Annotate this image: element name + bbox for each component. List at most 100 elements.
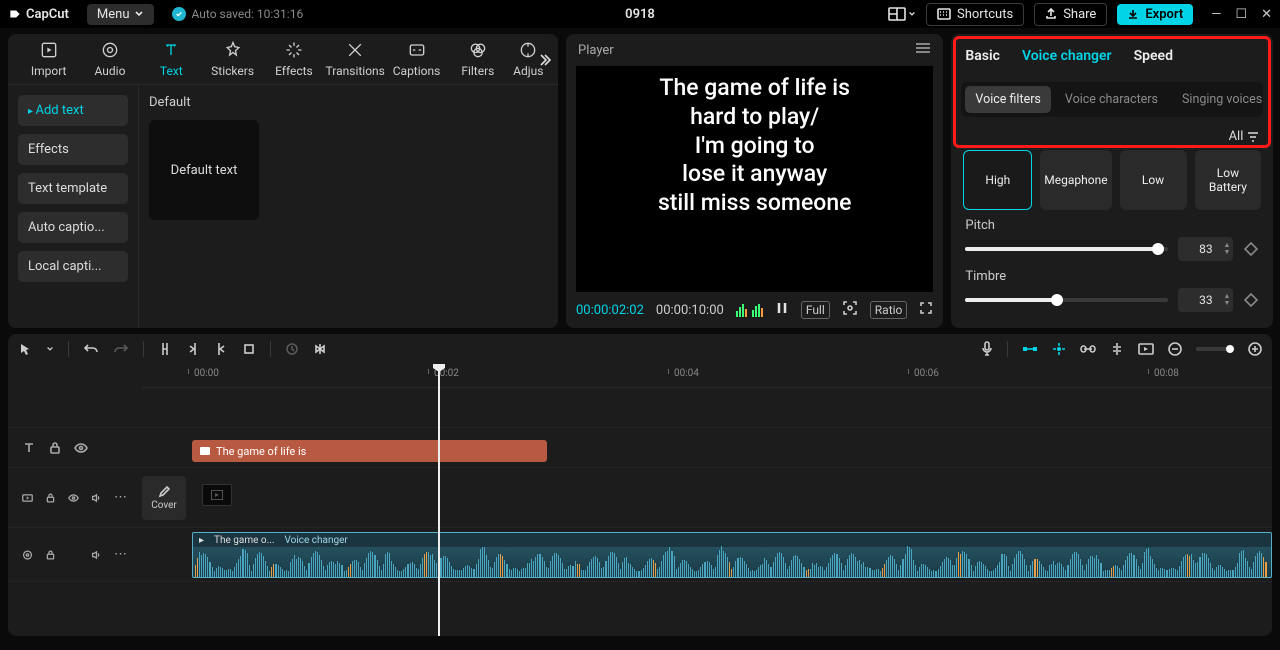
- shortcuts-button[interactable]: Shortcuts: [926, 3, 1024, 26]
- close-button[interactable]: ✕: [1261, 7, 1272, 22]
- sidebar-auto-captions[interactable]: Auto captio...: [18, 212, 128, 243]
- preset-low-battery[interactable]: Low Battery: [1195, 150, 1262, 210]
- keyboard-icon: [937, 8, 951, 20]
- sidebar-text-template[interactable]: Text template: [18, 173, 128, 204]
- timbre-slider[interactable]: [965, 298, 1168, 302]
- inspector-tab-voice-changer[interactable]: Voice changer: [1022, 48, 1112, 64]
- tab-audio[interactable]: Audio: [79, 40, 140, 78]
- lock-icon[interactable]: [48, 441, 62, 455]
- export-button[interactable]: Export: [1117, 4, 1193, 25]
- tab-import[interactable]: Import: [18, 40, 79, 78]
- ratio-button[interactable]: Ratio: [870, 301, 908, 319]
- eye-icon[interactable]: [68, 491, 79, 505]
- player-title: Player: [578, 43, 614, 58]
- redo-button[interactable]: [113, 342, 129, 356]
- zoom-out-icon[interactable]: [1168, 342, 1182, 356]
- share-button[interactable]: Share: [1034, 3, 1107, 26]
- more-icon[interactable]: ⋯: [114, 490, 128, 505]
- pitch-slider[interactable]: [965, 247, 1168, 251]
- sidebar-local-captions[interactable]: Local capti...: [18, 251, 128, 282]
- audio-track-head[interactable]: ⋯: [8, 547, 142, 562]
- sidebar-add-text[interactable]: Add text: [18, 95, 128, 126]
- pointer-dropdown[interactable]: [46, 345, 54, 353]
- inspector-tab-speed[interactable]: Speed: [1134, 48, 1173, 64]
- inspector-tab-basic[interactable]: Basic: [965, 48, 1000, 64]
- ruler-tick: 00:08: [1154, 368, 1179, 379]
- tab-effects[interactable]: Effects: [263, 40, 324, 78]
- pitch-reset-icon[interactable]: [1243, 241, 1259, 257]
- timbre-reset-icon[interactable]: [1243, 292, 1259, 308]
- video-thumb[interactable]: [202, 484, 232, 506]
- app-logo: CapCut: [8, 7, 69, 22]
- fullscreen-icon[interactable]: [919, 301, 933, 319]
- magnet-icon[interactable]: [1022, 343, 1038, 355]
- zoom-slider[interactable]: [1196, 347, 1234, 351]
- snap-icon[interactable]: [1052, 342, 1066, 356]
- minimize-button[interactable]: —: [1211, 7, 1221, 22]
- mute-icon[interactable]: [91, 491, 102, 505]
- pitch-value[interactable]: 83▲▼: [1178, 237, 1233, 261]
- text-clip[interactable]: The game of life is: [192, 440, 547, 462]
- audio-clip-icon: ▸: [199, 535, 204, 546]
- spacer-row: [8, 388, 1272, 428]
- waveform: [193, 549, 1271, 577]
- tab-captions[interactable]: Captions: [386, 40, 447, 78]
- tab-stickers[interactable]: Stickers: [202, 40, 263, 78]
- align-icon[interactable]: [1110, 342, 1124, 356]
- timbre-label: Timbre: [965, 269, 1259, 284]
- undo-button[interactable]: [83, 342, 99, 356]
- video-track-head[interactable]: ⋯: [8, 490, 142, 505]
- preset-megaphone[interactable]: Megaphone: [1040, 150, 1111, 210]
- audio-clip-title: The game o...: [214, 535, 274, 546]
- preset-high[interactable]: High: [963, 150, 1032, 210]
- layout-icon[interactable]: [888, 7, 916, 21]
- lock-icon[interactable]: [45, 491, 56, 505]
- lock-icon[interactable]: [45, 548, 56, 562]
- scan-icon[interactable]: [842, 300, 858, 320]
- link-icon[interactable]: [1080, 344, 1096, 354]
- trim-right-tool[interactable]: [214, 341, 228, 357]
- mute-icon[interactable]: [91, 548, 102, 562]
- preview-icon[interactable]: [1138, 343, 1154, 355]
- timecode-current: 00:00:02:02: [576, 303, 644, 318]
- project-title: 0918: [625, 7, 655, 22]
- subtab-singing-voices[interactable]: Singing voices: [1172, 86, 1272, 113]
- sidebar-effects[interactable]: Effects: [18, 134, 128, 165]
- delete-tool[interactable]: [242, 342, 256, 356]
- timeline-ruler[interactable]: 00:00 00:02 00:04 00:06 00:08: [142, 364, 1272, 388]
- maximize-button[interactable]: ☐: [1235, 7, 1247, 22]
- audio-clip-effect: Voice changer: [285, 535, 348, 546]
- player-viewport[interactable]: The game of life is hard to play/ I'm go…: [576, 66, 933, 292]
- tab-text[interactable]: Text: [141, 40, 202, 78]
- pause-button[interactable]: [775, 301, 789, 319]
- trim-left-tool[interactable]: [186, 341, 200, 357]
- cover-button[interactable]: Cover: [142, 476, 186, 520]
- section-title: Default: [149, 95, 548, 110]
- playhead[interactable]: [438, 364, 440, 636]
- tab-transitions[interactable]: Transitions: [325, 40, 386, 78]
- mirror-tool[interactable]: [313, 342, 327, 356]
- player-menu-icon[interactable]: [915, 42, 931, 58]
- eye-icon[interactable]: [74, 441, 88, 455]
- audio-clip[interactable]: ▸ The game o... Voice changer: [192, 532, 1272, 578]
- zoom-in-icon[interactable]: [1248, 342, 1262, 356]
- tab-filters[interactable]: Filters: [447, 40, 508, 78]
- more-tabs-button[interactable]: [536, 52, 552, 72]
- menu-button[interactable]: Menu: [87, 4, 154, 25]
- player-text-overlay: The game of life is hard to play/ I'm go…: [658, 74, 852, 218]
- split-tool[interactable]: [158, 341, 172, 357]
- filter-all-button[interactable]: All: [951, 125, 1273, 150]
- default-text-card[interactable]: Default text: [149, 120, 259, 220]
- text-track-head[interactable]: [8, 441, 142, 455]
- full-button[interactable]: Full: [801, 301, 830, 319]
- export-icon: [1127, 8, 1139, 20]
- pitch-label: Pitch: [965, 218, 1259, 233]
- mic-icon[interactable]: [981, 341, 993, 357]
- pointer-tool[interactable]: [18, 342, 32, 356]
- subtab-voice-filters[interactable]: Voice filters: [965, 86, 1051, 113]
- timbre-value[interactable]: 33▲▼: [1178, 288, 1233, 312]
- more-icon[interactable]: ⋯: [114, 547, 128, 562]
- subtab-voice-characters[interactable]: Voice characters: [1055, 86, 1168, 113]
- reverse-tool[interactable]: [285, 342, 299, 356]
- preset-low[interactable]: Low: [1120, 150, 1187, 210]
